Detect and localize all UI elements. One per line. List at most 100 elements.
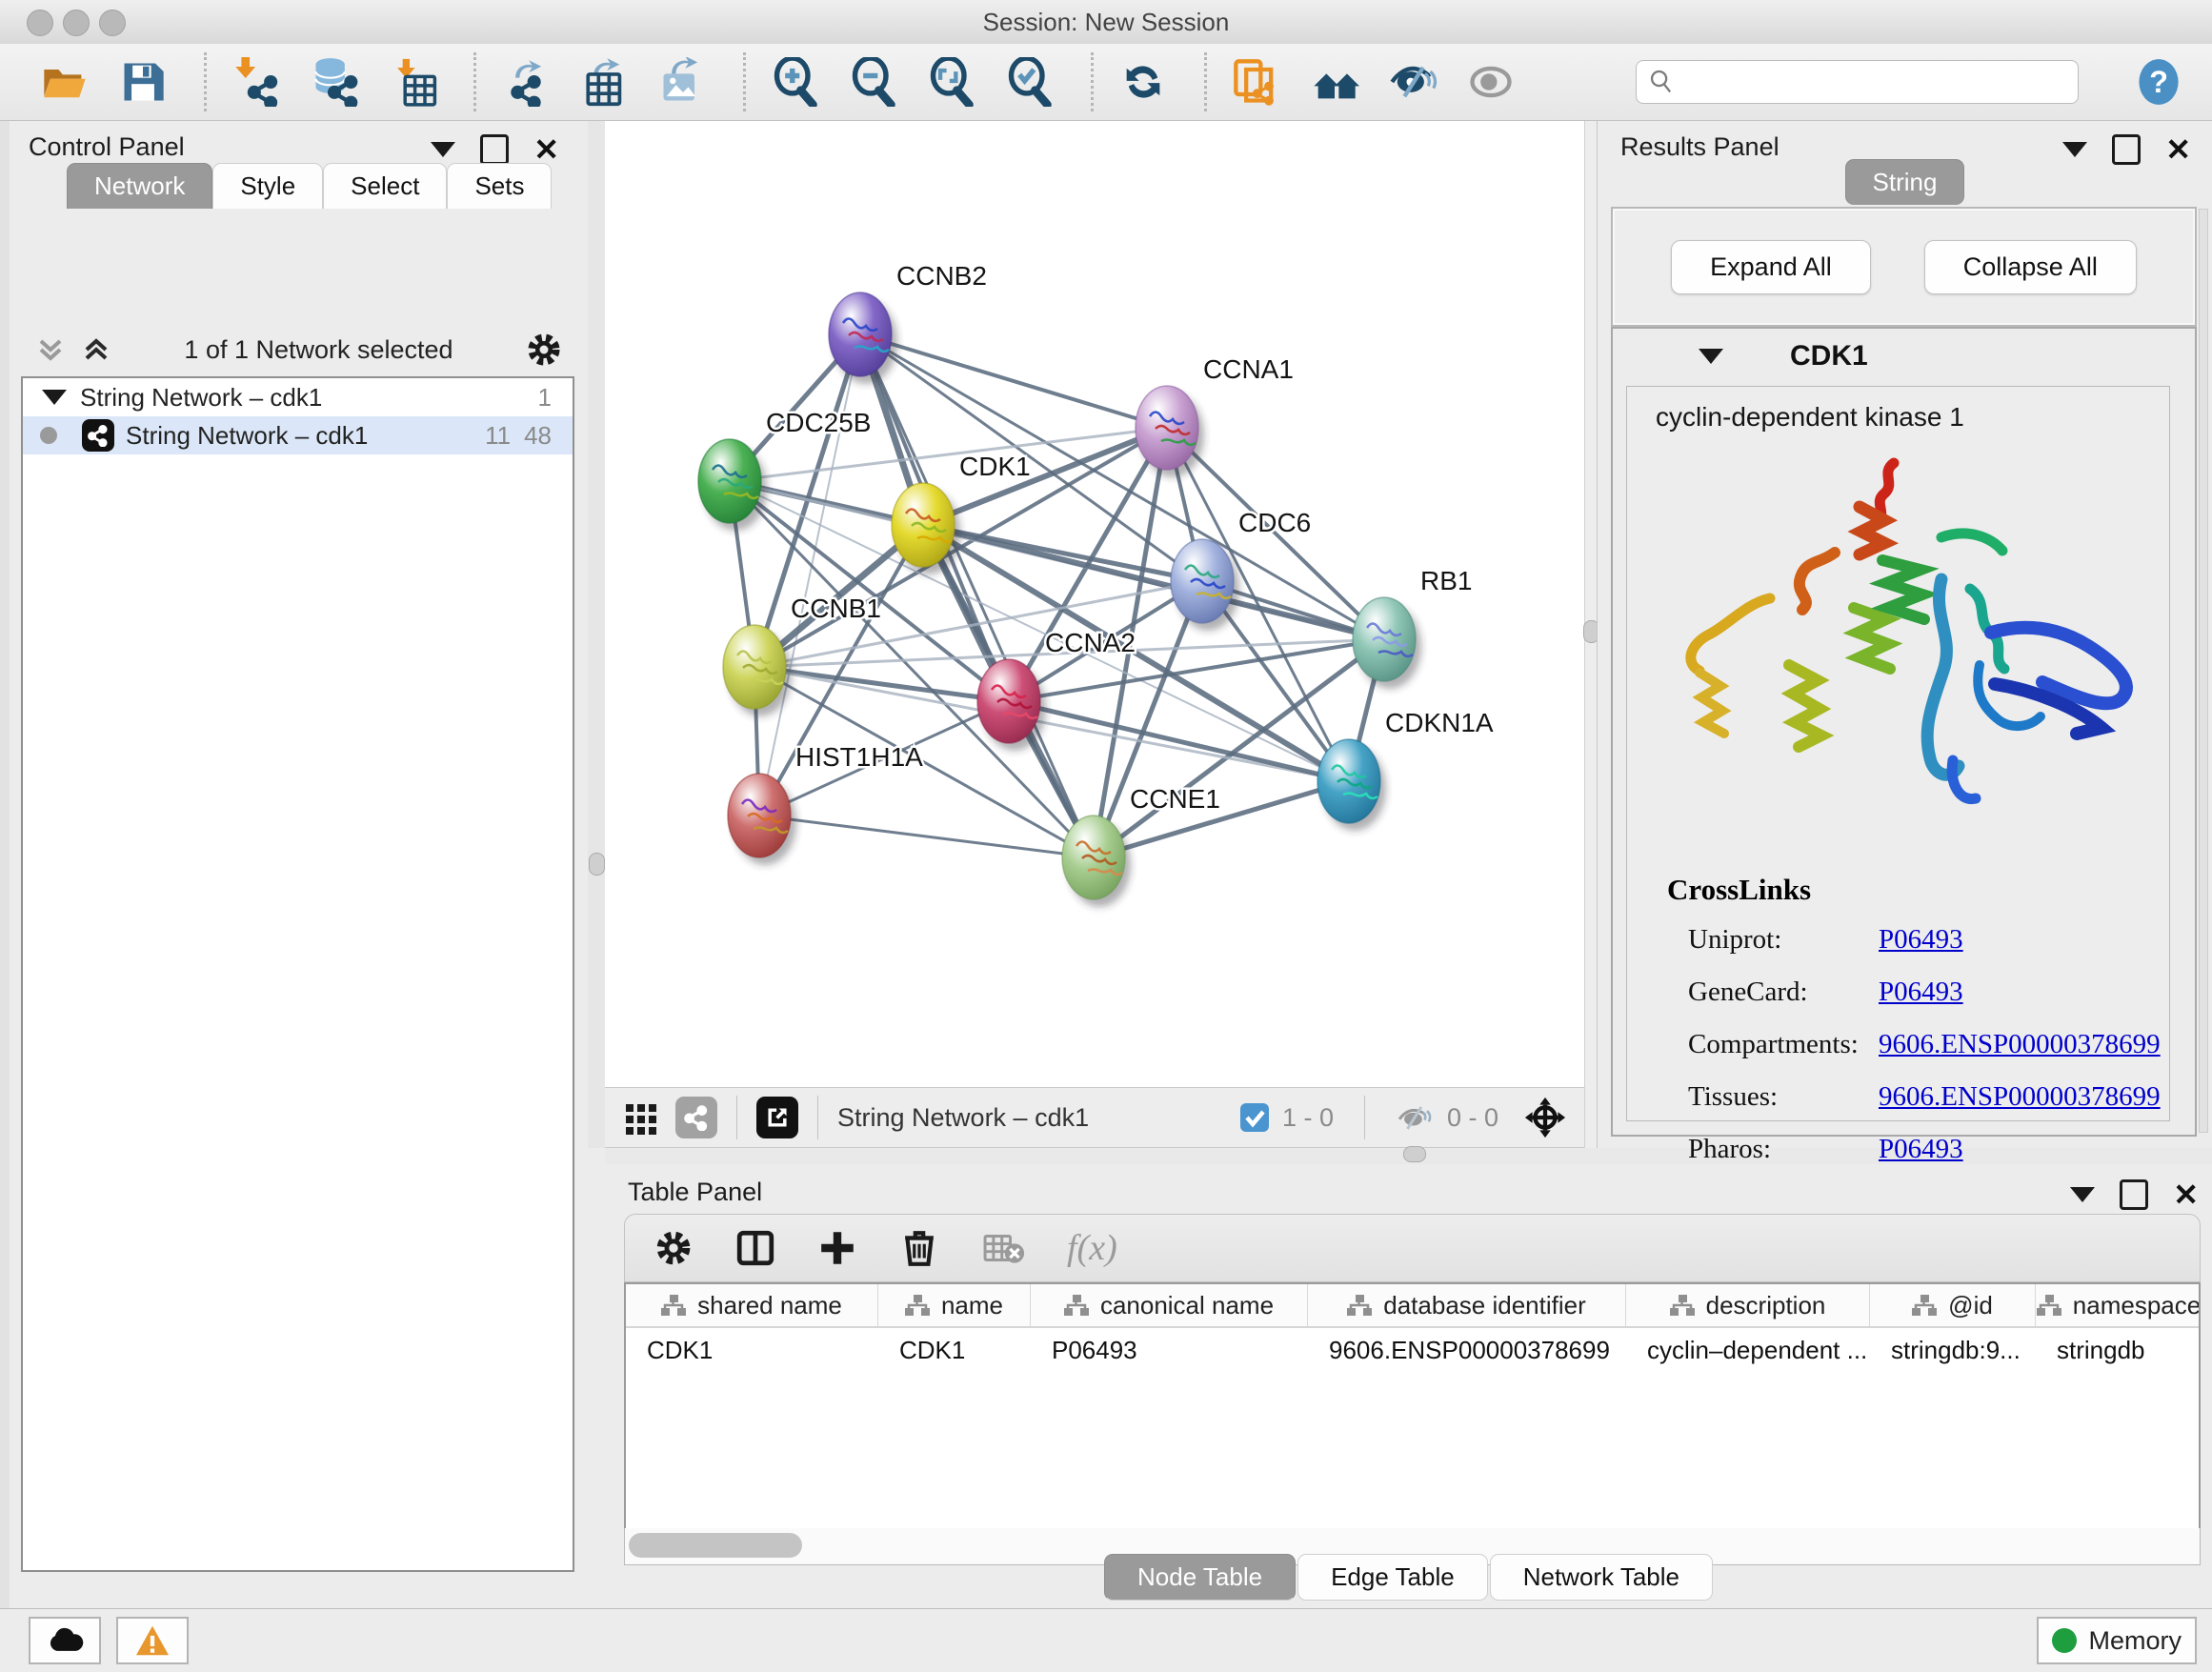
save-session-icon[interactable] <box>118 57 168 107</box>
node-label: CCNE1 <box>1130 784 1220 814</box>
expand-all-button[interactable]: Expand All <box>1671 240 1871 294</box>
first-neighbors-icon[interactable] <box>1310 57 1359 107</box>
tab-style[interactable]: Style <box>212 163 323 209</box>
collapse-all-icon[interactable] <box>34 333 67 366</box>
network-list: String Network – cdk1 1 String Network –… <box>21 376 574 1572</box>
crosslink-row: Compartments:9606.ENSP00000378699 <box>1688 1029 2169 1060</box>
table-panel-close-icon[interactable]: ✕ <box>2173 1182 2199 1207</box>
network-edge[interactable] <box>860 334 1167 428</box>
results-panel-title: Results Panel <box>1620 132 1780 161</box>
delete-table-icon[interactable] <box>981 1230 1025 1266</box>
table-cell[interactable]: stringdb <box>2036 1328 2201 1372</box>
column-header-description[interactable]: description <box>1626 1284 1870 1326</box>
export-table-icon[interactable] <box>579 57 629 107</box>
show-all-icon[interactable] <box>1466 57 1516 107</box>
tab-edge-table[interactable]: Edge Table <box>1297 1554 1488 1601</box>
network-edge[interactable] <box>860 334 1094 857</box>
table-cell[interactable]: stringdb:9... <box>1870 1328 2036 1372</box>
warnings-button[interactable] <box>116 1617 189 1664</box>
expand-all-icon[interactable] <box>80 333 112 366</box>
tab-sets[interactable]: Sets <box>447 163 552 209</box>
collapse-all-button[interactable]: Collapse All <box>1924 240 2137 294</box>
memory-button[interactable]: Memory <box>2037 1617 2197 1664</box>
toolbar-search-box[interactable] <box>1636 60 2079 104</box>
table-cell[interactable]: P06493 <box>1031 1328 1308 1372</box>
table-settings-gear-icon[interactable] <box>654 1228 694 1268</box>
import-table-file-icon[interactable] <box>388 57 437 107</box>
selected-checkbox-icon[interactable] <box>1238 1101 1271 1134</box>
divider-handle[interactable] <box>1403 1146 1426 1162</box>
column-header--id[interactable]: @id <box>1870 1284 2036 1326</box>
results-scrollbar[interactable] <box>2199 209 2208 1133</box>
table-row[interactable]: CDK1CDK1P064939606.ENSP00000378699cyclin… <box>626 1328 2199 1372</box>
control-panel-collapse-icon[interactable] <box>431 142 455 157</box>
crosslink-link[interactable]: P06493 <box>1879 924 1963 956</box>
control-panel-float-icon[interactable] <box>480 134 509 165</box>
network-edge[interactable] <box>759 816 1094 857</box>
node-label: CCNA2 <box>1045 628 1136 657</box>
birds-eye-view-icon[interactable] <box>756 1097 798 1138</box>
grid-mode-icon[interactable] <box>622 1098 660 1137</box>
table-tabs: Node TableEdge TableNetwork Table <box>605 1554 2212 1601</box>
tab-node-table[interactable]: Node Table <box>1104 1554 1296 1601</box>
zoom-selected-icon[interactable] <box>1005 57 1055 107</box>
export-network-icon[interactable] <box>501 57 551 107</box>
column-header-database-identifier[interactable]: database identifier <box>1308 1284 1626 1326</box>
crosslink-link[interactable]: 9606.ENSP00000378699 <box>1879 1029 2161 1060</box>
column-header-namespace[interactable]: namespace <box>2036 1284 2201 1326</box>
table-toolbar: f(x) <box>624 1214 2201 1282</box>
zoom-fit-icon[interactable] <box>927 57 976 107</box>
collection-expand-icon[interactable] <box>42 390 67 405</box>
column-header-shared-name[interactable]: shared name <box>626 1284 878 1326</box>
hide-selected-icon[interactable] <box>1388 57 1438 107</box>
crosslink-link[interactable]: P06493 <box>1879 1134 1963 1165</box>
collection-count: 1 <box>538 383 573 413</box>
function-builder-icon[interactable]: f(x) <box>1067 1227 1117 1269</box>
network-collection-row[interactable]: String Network – cdk1 1 <box>23 378 573 416</box>
import-network-file-icon[interactable] <box>231 57 281 107</box>
network-canvas[interactable]: CCNB2CCNA1CDC25BCDK1CDC6RB1CCNB1CCNA2CDK… <box>605 121 1584 1087</box>
export-image-icon[interactable] <box>657 57 707 107</box>
add-column-icon[interactable] <box>817 1228 857 1268</box>
entry-collapse-icon[interactable] <box>1699 349 1723 364</box>
tab-string[interactable]: String <box>1845 159 1965 205</box>
fit-content-crosshair-icon[interactable] <box>1523 1096 1567 1139</box>
results-panel-collapse-icon[interactable] <box>2062 142 2087 157</box>
refresh-view-icon[interactable] <box>1118 57 1168 107</box>
show-columns-icon[interactable] <box>735 1228 775 1268</box>
open-session-icon[interactable] <box>40 57 90 107</box>
search-input[interactable] <box>1675 68 2066 96</box>
panel-divider[interactable] <box>1584 121 1598 1148</box>
network-edge[interactable] <box>860 334 1384 639</box>
column-header-name[interactable]: name <box>878 1284 1031 1326</box>
tab-network-table[interactable]: Network Table <box>1490 1554 1713 1601</box>
crosslink-link[interactable]: P06493 <box>1879 977 1963 1008</box>
crosslinks-section: CrossLinks Uniprot:P06493GeneCard:P06493… <box>1627 873 2169 1186</box>
table-cell[interactable]: CDK1 <box>626 1328 878 1372</box>
tab-select[interactable]: Select <box>323 163 447 209</box>
node-label: RB1 <box>1420 566 1472 595</box>
zoom-out-icon[interactable] <box>849 57 898 107</box>
import-network-database-icon[interactable] <box>310 57 359 107</box>
table-cell[interactable]: 9606.ENSP00000378699 <box>1308 1328 1626 1372</box>
network-row-selected[interactable]: String Network – cdk1 11 48 <box>23 416 573 454</box>
help-icon[interactable]: ? <box>2134 57 2183 107</box>
hidden-node-edge-counts: 0 - 0 <box>1447 1103 1498 1133</box>
table-cell[interactable]: cyclin–dependent ... <box>1626 1328 1870 1372</box>
table-panel-collapse-icon[interactable] <box>2070 1187 2095 1202</box>
cloud-status-button[interactable] <box>29 1617 101 1664</box>
table-panel-float-icon[interactable] <box>2120 1179 2148 1210</box>
panel-divider[interactable] <box>588 121 605 1148</box>
crosslink-label: Compartments: <box>1688 1029 1879 1060</box>
column-header-canonical-name[interactable]: canonical name <box>1031 1284 1308 1326</box>
duplicate-network-icon[interactable] <box>1232 57 1281 107</box>
crosslink-link[interactable]: 9606.ENSP00000378699 <box>1879 1081 2161 1113</box>
zoom-in-icon[interactable] <box>771 57 820 107</box>
table-cell[interactable]: CDK1 <box>878 1328 1031 1372</box>
network-view-icon[interactable] <box>675 1097 717 1138</box>
tab-network[interactable]: Network <box>67 163 212 209</box>
control-panel-close-icon[interactable]: ✕ <box>533 137 559 162</box>
delete-column-icon[interactable] <box>899 1228 939 1268</box>
divider-handle[interactable] <box>589 853 605 876</box>
network-options-gear-icon[interactable] <box>525 331 563 369</box>
